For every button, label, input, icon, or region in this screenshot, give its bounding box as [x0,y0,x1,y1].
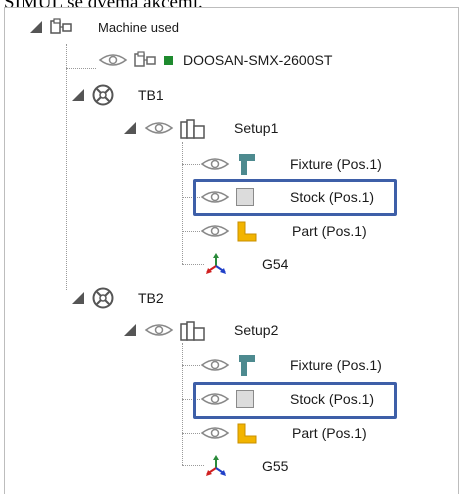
tree-node-tb2[interactable]: TB2 [72,283,164,313]
wcs-g54-label: G54 [262,256,289,272]
tb1-label: TB1 [138,87,164,103]
tree-node-fixture-1[interactable]: Fixture (Pos.1) [200,149,382,179]
stock-2-label: Stock (Pos.1) [290,391,375,407]
coordinate-system-icon [206,253,226,274]
setup-icon [180,321,205,341]
stock-icon [236,390,254,408]
tree-connector [182,343,183,465]
setup1-label: Setup1 [234,120,279,136]
machine-status-indicator [164,55,173,65]
expanded-triangle-icon[interactable] [72,292,84,304]
fixture-1-label: Fixture (Pos.1) [290,156,382,172]
tree-connector [182,231,200,232]
part-icon [237,423,257,444]
eye-icon[interactable] [144,120,174,136]
tb2-label: TB2 [138,290,164,306]
expanded-triangle-icon[interactable] [124,122,136,134]
machine-model-label: DOOSAN-SMX-2600ST [183,52,333,68]
tree-connector [182,433,200,434]
turret-icon [92,287,114,309]
expanded-triangle-icon[interactable] [124,324,136,336]
machine-used-label: Machine used [98,19,179,35]
tree-node-machine-model[interactable]: DOOSAN-SMX-2600ST [98,45,332,75]
tree-node-wcs-g55[interactable]: G55 [204,451,288,481]
tree-node-stock-1[interactable]: Stock (Pos.1) [200,182,374,212]
machine-icon [50,18,72,34]
wcs-g55-label: G55 [262,458,289,474]
coordinate-system-icon [206,455,226,476]
tree-connector [182,365,200,366]
turret-icon [92,84,114,106]
part-icon [237,221,257,242]
eye-icon[interactable] [200,391,230,407]
tree-node-tb1[interactable]: TB1 [72,80,164,110]
machine-icon [134,51,156,67]
eye-icon[interactable] [200,156,230,172]
tree-node-fixture-2[interactable]: Fixture (Pos.1) [200,350,382,380]
tree-node-machine-used[interactable]: Machine used [30,12,179,42]
fixture-2-label: Fixture (Pos.1) [290,357,382,373]
tree-node-part-1[interactable]: Part (Pos.1) [200,216,367,246]
stock-icon [236,188,254,206]
eye-icon[interactable] [98,52,128,68]
tree-connector [66,68,67,290]
stock-1-label: Stock (Pos.1) [290,189,375,205]
expanded-triangle-icon[interactable] [72,89,84,101]
expanded-triangle-icon[interactable] [30,21,42,33]
tree-connector [182,142,183,264]
tree-node-stock-2[interactable]: Stock (Pos.1) [200,384,374,414]
tree-node-setup1[interactable]: Setup1 [124,113,278,143]
eye-icon[interactable] [200,357,230,373]
part-2-label: Part (Pos.1) [292,425,367,441]
setup2-label: Setup2 [234,322,279,338]
tree-connector [182,164,200,165]
eye-icon[interactable] [144,322,174,338]
tree-connector [66,44,67,68]
tree-node-wcs-g54[interactable]: G54 [204,249,288,279]
tree-connector [182,465,204,466]
tree-node-setup2[interactable]: Setup2 [124,315,278,345]
tree-node-part-2[interactable]: Part (Pos.1) [200,418,367,448]
fixture-icon [239,355,255,376]
eye-icon[interactable] [200,223,230,239]
tree-connector [66,68,96,69]
eye-icon[interactable] [200,425,230,441]
eye-icon[interactable] [200,189,230,205]
part-1-label: Part (Pos.1) [292,223,367,239]
setup-icon [180,119,205,139]
fixture-icon [239,154,255,175]
tree-connector [182,264,204,265]
